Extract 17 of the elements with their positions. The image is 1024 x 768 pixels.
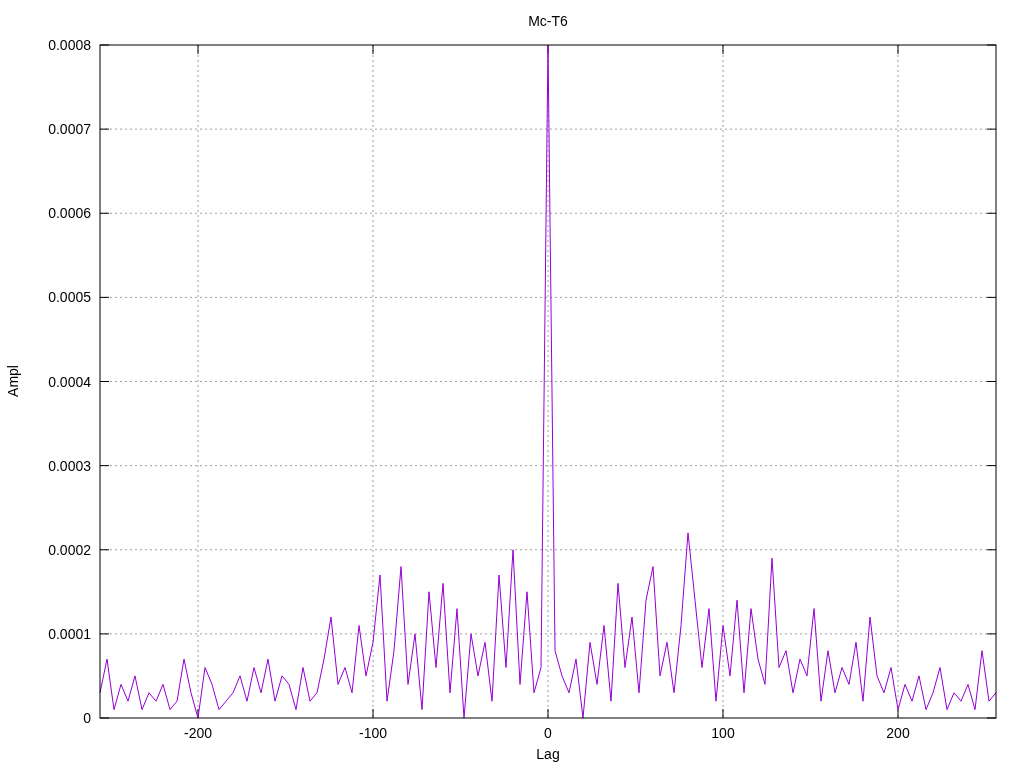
x-tick-label: -200 — [184, 725, 212, 741]
x-axis-label: Lag — [536, 746, 560, 762]
y-tick-label: 0.0008 — [48, 37, 91, 53]
y-tick-label: 0.0004 — [48, 373, 91, 390]
x-tick-label: 200 — [886, 725, 910, 741]
y-tick-label: 0.0002 — [48, 541, 91, 558]
y-tick-label: 0 — [83, 710, 91, 726]
x-tick-label: 0 — [544, 725, 552, 741]
y-tick-label: 0.0001 — [48, 625, 91, 642]
x-tick-label: 100 — [711, 725, 735, 741]
y-tick-label: 0.0006 — [48, 205, 91, 222]
y-tick-label: 0.0005 — [48, 289, 91, 306]
y-tick-label: 0.0003 — [48, 457, 91, 474]
x-tick-label: -100 — [359, 725, 387, 741]
y-axis-label: Ampl — [5, 365, 21, 397]
chart-title: Mc-T6 — [528, 13, 568, 29]
y-tick-label: 0.0007 — [48, 121, 91, 138]
